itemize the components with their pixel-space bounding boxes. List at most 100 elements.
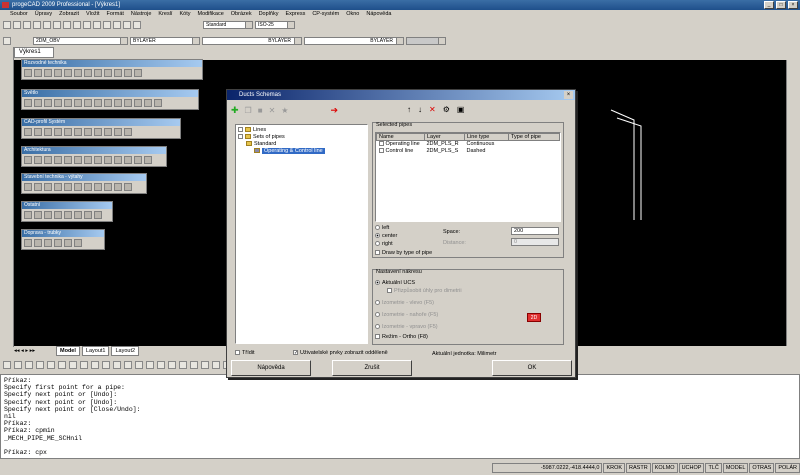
table-row[interactable]: Control line 2DM_PLS_S Dashed: [377, 148, 560, 155]
linetype-select[interactable]: BYLAYER: [202, 37, 302, 45]
tool-icon[interactable]: [74, 183, 82, 191]
radio-right[interactable]: right: [375, 241, 393, 247]
tool-icon[interactable]: [25, 361, 33, 369]
tool-icon[interactable]: [74, 156, 82, 164]
tool-icon[interactable]: [74, 239, 82, 247]
menu-kresli[interactable]: Kreslí: [158, 10, 172, 19]
tool-icon[interactable]: [114, 69, 122, 77]
tool-icon[interactable]: [34, 128, 42, 136]
distance-input[interactable]: 0: [511, 238, 559, 246]
open-icon[interactable]: [13, 21, 21, 29]
tool-icon[interactable]: [54, 211, 62, 219]
draw-by-type-checkbox[interactable]: Draw by type of pipe: [375, 250, 432, 256]
tool-icon[interactable]: [179, 361, 187, 369]
zoom-icon[interactable]: [103, 21, 111, 29]
tool-icon[interactable]: [84, 128, 92, 136]
maximize-button[interactable]: □: [776, 1, 786, 9]
tool-icon[interactable]: [114, 183, 122, 191]
tool-icon[interactable]: [36, 361, 44, 369]
design-center-icon[interactable]: [133, 21, 141, 29]
tool-icon[interactable]: [3, 361, 11, 369]
tool-icon[interactable]: [44, 239, 52, 247]
tool-icon[interactable]: [47, 361, 55, 369]
menu-cp-system[interactable]: CP-systém: [312, 10, 339, 19]
tool-icon[interactable]: [190, 361, 198, 369]
text-style-select[interactable]: Standard: [203, 21, 253, 29]
col-type[interactable]: Type of pipe: [508, 133, 560, 141]
tool-icon[interactable]: [54, 239, 62, 247]
ok-button[interactable]: OK: [492, 360, 572, 376]
status-otras[interactable]: OTRAS: [749, 462, 775, 473]
add-icon[interactable]: ✚: [231, 105, 239, 116]
paste-icon[interactable]: [63, 21, 71, 29]
status-polar[interactable]: POLÁR: [775, 462, 800, 473]
tool-icon[interactable]: [91, 361, 99, 369]
tool-icon[interactable]: [84, 156, 92, 164]
tool-icon[interactable]: [14, 361, 22, 369]
menu-koty[interactable]: Kóty: [179, 10, 190, 19]
tool-icon[interactable]: [134, 69, 142, 77]
tool-icon[interactable]: [84, 211, 92, 219]
tool-icon[interactable]: [44, 99, 52, 107]
tab-layout1[interactable]: Layout1: [81, 346, 110, 356]
menu-nastroje[interactable]: Nástroje: [131, 10, 151, 19]
tool-icon[interactable]: [124, 69, 132, 77]
undo-icon[interactable]: [73, 21, 81, 29]
row-checkbox[interactable]: [378, 148, 384, 154]
tool-icon[interactable]: [64, 183, 72, 191]
print-icon[interactable]: [33, 21, 41, 29]
tool-icon[interactable]: [114, 128, 122, 136]
dimetry-checkbox[interactable]: Přizpůsobit úhly pro dimetrii: [387, 288, 462, 294]
status-uchop[interactable]: UCHOP: [678, 462, 705, 473]
radio-iso-left[interactable]: Izometrie - vlevo (F5): [375, 300, 434, 306]
menu-vlozit[interactable]: Vložit: [86, 10, 99, 19]
tool-icon[interactable]: [94, 99, 102, 107]
tool-icon[interactable]: [74, 211, 82, 219]
tool-icon[interactable]: [34, 239, 42, 247]
tool-icon[interactable]: [54, 69, 62, 77]
table-row[interactable]: Operating line 2DM_PLS_R Continuous: [377, 141, 560, 148]
tool-icon[interactable]: [124, 128, 132, 136]
tool-icon[interactable]: [34, 156, 42, 164]
properties-icon[interactable]: [123, 21, 131, 29]
tool-icon[interactable]: [124, 183, 132, 191]
tool-icon[interactable]: [94, 128, 102, 136]
tool-icon[interactable]: [212, 361, 220, 369]
copy-icon[interactable]: ❐: [245, 106, 252, 115]
col-layer[interactable]: Layer: [424, 133, 465, 141]
star-icon[interactable]: ★: [281, 106, 288, 115]
tool-icon[interactable]: [69, 361, 77, 369]
tool-icon[interactable]: [94, 69, 102, 77]
redo-icon[interactable]: [83, 21, 91, 29]
tool-icon[interactable]: [24, 128, 32, 136]
tool-icon[interactable]: [34, 211, 42, 219]
radio-center[interactable]: center: [375, 233, 397, 239]
tool-icon[interactable]: [154, 99, 162, 107]
tool-icon[interactable]: [44, 211, 52, 219]
tool-icon[interactable]: [24, 69, 32, 77]
col-name[interactable]: Name: [376, 133, 425, 141]
tool-icon[interactable]: [34, 69, 42, 77]
save-icon[interactable]: [23, 21, 31, 29]
space-input[interactable]: 200: [511, 227, 559, 235]
tool-icon[interactable]: [64, 239, 72, 247]
pan-icon[interactable]: [93, 21, 101, 29]
delete-icon[interactable]: ✕: [269, 106, 276, 115]
tab-model[interactable]: Model: [56, 346, 80, 356]
tool-icon[interactable]: [104, 99, 112, 107]
tool-icon[interactable]: [104, 183, 112, 191]
pipe-tree[interactable]: Lines Sets of pipes Standard Operating &…: [235, 124, 368, 344]
stop-icon[interactable]: ■: [258, 106, 263, 115]
tool-icon[interactable]: [24, 183, 32, 191]
menu-upravy[interactable]: Úpravy: [35, 10, 52, 19]
remove-icon[interactable]: ✕: [429, 105, 436, 114]
tool-icon[interactable]: [135, 361, 143, 369]
status-krok[interactable]: KROK: [603, 462, 626, 473]
tool-icon[interactable]: [144, 99, 152, 107]
copy-icon[interactable]: [53, 21, 61, 29]
tool-icon[interactable]: [144, 156, 152, 164]
tool-icon[interactable]: [44, 128, 52, 136]
color-select[interactable]: BYLAYER: [130, 37, 200, 45]
tab-layout2[interactable]: Layout2: [111, 346, 140, 356]
minimize-button[interactable]: _: [764, 1, 774, 9]
